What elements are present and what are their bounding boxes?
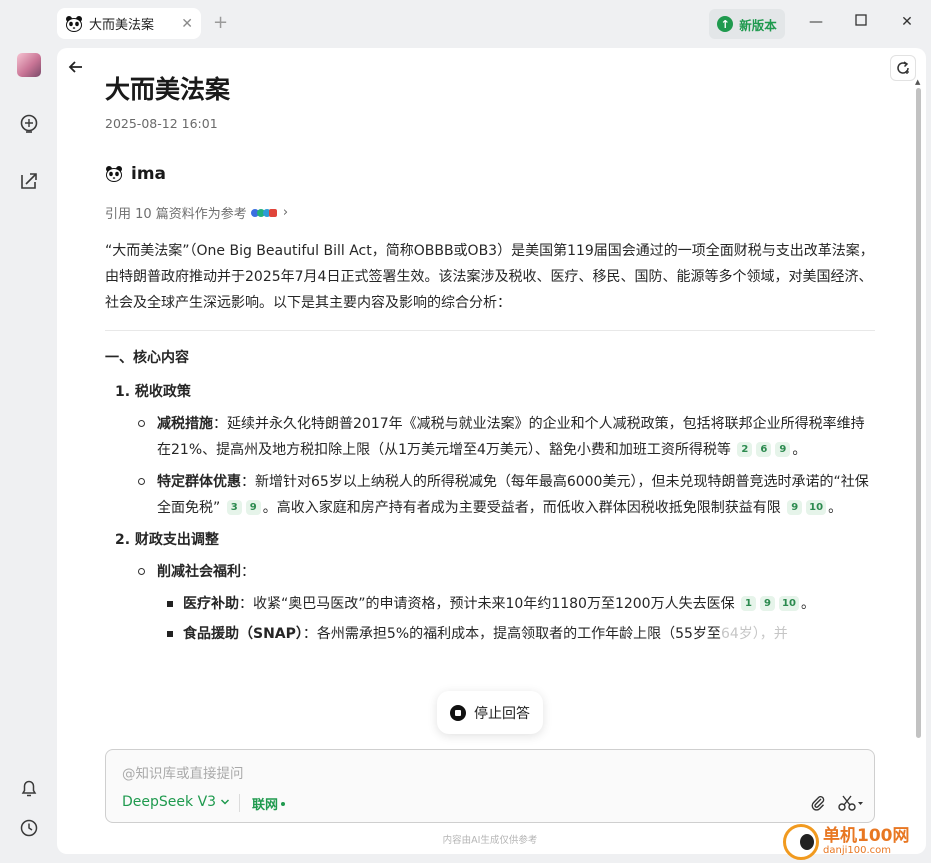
scrollbar[interactable] <box>916 88 921 738</box>
active-dot-icon <box>281 802 286 806</box>
citation-ref[interactable]: 9 <box>245 500 261 515</box>
scissors-icon[interactable] <box>838 794 864 812</box>
bullet-lead: 削减社会福利 <box>157 564 241 580</box>
close-window-icon[interactable]: ✕ <box>897 12 917 32</box>
avatar[interactable] <box>17 53 41 77</box>
citation-link[interactable]: 引用 10 篇资料作为参考 › <box>105 203 288 222</box>
model-selector[interactable]: DeepSeek V3 <box>122 794 230 810</box>
bullet-lead: 特定群体优惠 <box>157 474 241 490</box>
citation-ref[interactable]: 9 <box>775 442 791 457</box>
source-icons <box>250 208 277 217</box>
watermark-logo: 单机100网 danji100.com <box>783 822 910 862</box>
citation-ref[interactable]: 3 <box>226 500 242 515</box>
attachment-icon[interactable] <box>810 794 826 812</box>
bullet-text: ：收紧“奥巴马医改”的申请资格，预计未来10年约1180万至1200万人失去医保 <box>239 596 735 612</box>
prompt-input[interactable]: @知识库或直接提问 <box>122 762 244 782</box>
chevron-down-icon <box>221 799 230 805</box>
bullet-text: 。高收入家庭和房产持有者成为主要受益者，而低收入群体因税收抵免限制获益有限 <box>262 500 781 516</box>
bullet-lead: 减税措施 <box>157 416 213 432</box>
new-version-label: 新版本 <box>739 17 777 33</box>
list-item: 2. 财政支出调整 <box>115 527 875 553</box>
add-tab-icon[interactable]: + <box>213 12 228 33</box>
composer[interactable]: @知识库或直接提问 DeepSeek V3 联网 <box>105 749 875 823</box>
web-search-toggle[interactable]: 联网 <box>252 794 286 813</box>
refresh-icon <box>897 61 909 74</box>
citation-ref[interactable]: 9 <box>760 596 776 611</box>
bullet-text: ：各州需承担5%的福利成本，提高领取者的工作年龄上限（55岁至 <box>302 626 721 642</box>
model-label: DeepSeek V3 <box>122 794 217 810</box>
minimize-icon[interactable]: — <box>806 12 826 32</box>
citation-ref[interactable]: 1 <box>741 596 757 611</box>
panda-icon <box>66 15 82 32</box>
stop-answer-button[interactable]: 停止回答 <box>437 691 543 734</box>
assistant-name: ima <box>131 164 167 184</box>
bulb-icon[interactable] <box>18 113 40 135</box>
square-bullet-icon <box>167 631 173 637</box>
back-arrow-icon[interactable] <box>66 57 86 77</box>
list-item: 1. 税收政策 <box>115 379 875 405</box>
square-bullet-icon <box>167 601 173 607</box>
refresh-button[interactable] <box>890 55 916 81</box>
list-item: 特定群体优惠：新增针对65岁以上纳税人的所得税减免（每年最高6000美元），但未… <box>105 469 875 521</box>
bell-icon[interactable] <box>18 777 40 799</box>
circle-bullet-icon <box>138 478 145 485</box>
punctuation: 。 <box>828 500 843 516</box>
stop-answer-label: 停止回答 <box>474 705 530 722</box>
punctuation: ： <box>241 564 255 580</box>
web-search-label: 联网 <box>252 798 279 813</box>
punctuation: 。 <box>792 442 807 458</box>
citation-ref[interactable]: 6 <box>756 442 772 457</box>
citation-ref[interactable]: 10 <box>779 596 799 611</box>
chevron-right-icon: › <box>282 205 289 220</box>
list-item: 削减社会福利： <box>105 559 875 585</box>
list-item: 减税措施：延续并永久化特朗普2017年《减税与就业法案》的企业和个人减税政策，包… <box>105 411 875 463</box>
circle-bullet-icon <box>138 568 145 575</box>
citation-text: 引用 10 篇资料作为参考 <box>105 207 247 222</box>
list-item: 医疗补助：收紧“奥巴马医改”的申请资格，预计未来10年约1180万至1200万人… <box>105 591 875 617</box>
panda-icon <box>106 166 122 182</box>
close-tab-icon[interactable]: ✕ <box>181 16 193 32</box>
citation-ref[interactable]: 9 <box>787 500 803 515</box>
list-item-title: 1. 税收政策 <box>115 384 191 400</box>
new-version-button[interactable]: ↑ 新版本 <box>709 9 785 39</box>
watermark-logo-icon <box>783 824 819 860</box>
created-date: 2025-08-12 16:01 <box>105 116 218 131</box>
scroll-up-arrow-icon[interactable]: ▲ <box>915 78 920 86</box>
list-item-title: 2. 财政支出调整 <box>115 532 219 548</box>
watermark-en: danji100.com <box>823 844 891 856</box>
page-title: 大而美法案 <box>105 75 231 104</box>
citation-ref[interactable]: 10 <box>806 500 827 515</box>
streaming-text: 64岁），并 <box>720 626 788 642</box>
bullet-lead: 医疗补助 <box>183 596 239 612</box>
punctuation: 。 <box>800 596 815 612</box>
intro-paragraph: “大而美法案”（One Big Beautiful Bill Act，简称OBB… <box>105 243 874 311</box>
citation-ref[interactable]: 2 <box>737 442 753 457</box>
upgrade-arrow-icon: ↑ <box>717 16 734 32</box>
list-item: 食品援助（SNAP）：各州需承担5%的福利成本，提高领取者的工作年龄上限（55岁… <box>105 621 875 647</box>
watermark-cn: 单机100网 <box>823 825 910 846</box>
tab-title: 大而美法案 <box>89 18 155 33</box>
answer-content: “大而美法案”（One Big Beautiful Bill Act，简称OBB… <box>105 238 875 651</box>
divider <box>105 330 875 331</box>
bullet-lead: 食品援助（SNAP） <box>183 626 303 642</box>
assistant-header: ima <box>105 164 166 184</box>
circle-bullet-icon <box>138 420 145 427</box>
section-heading: 一、核心内容 <box>105 350 189 366</box>
maximize-icon[interactable] <box>851 12 871 32</box>
stop-icon <box>450 704 466 721</box>
separator <box>239 794 240 812</box>
tab-document[interactable]: 大而美法案 ✕ <box>57 8 201 39</box>
title-bar: 大而美法案 ✕ + ↑ 新版本 — ✕ <box>0 0 931 48</box>
edit-icon[interactable] <box>18 170 40 192</box>
